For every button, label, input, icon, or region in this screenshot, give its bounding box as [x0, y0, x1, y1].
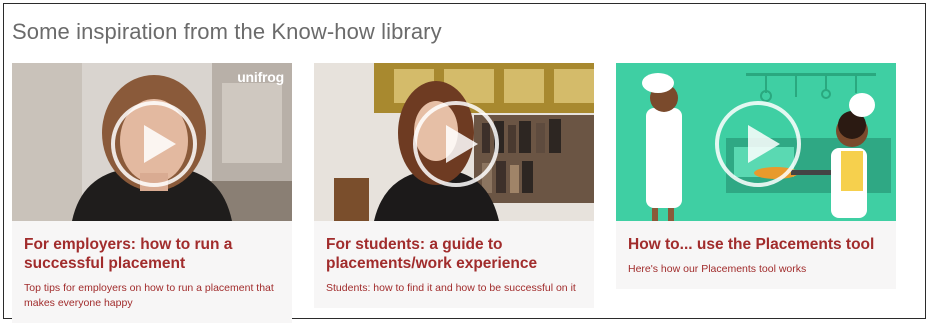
- brand-watermark: unifrog: [237, 69, 284, 85]
- section-title: Some inspiration from the Know-how libra…: [12, 19, 442, 44]
- video-thumbnail[interactable]: [314, 63, 594, 221]
- play-circle-icon[interactable]: [715, 101, 801, 187]
- video-thumbnail[interactable]: unifrog: [12, 63, 292, 221]
- video-thumbnail[interactable]: [616, 63, 896, 221]
- play-circle-icon[interactable]: [413, 101, 499, 187]
- card-description: Students: how to find it and how to be s…: [326, 282, 576, 294]
- play-circle-icon[interactable]: [111, 101, 197, 187]
- card-description: Here's how our Placements tool works: [628, 263, 807, 275]
- card-title[interactable]: For employers: how to run a successful p…: [24, 235, 280, 273]
- video-card-placements-tool[interactable]: How to... use the Placements tool Here's…: [616, 63, 896, 289]
- card-description: Top tips for employers on how to run a p…: [24, 282, 274, 309]
- know-how-panel: Some inspiration from the Know-how libra…: [3, 3, 926, 323]
- card-title[interactable]: For students: a guide to placements/work…: [326, 235, 582, 273]
- video-card-employers[interactable]: unifrog For employers: how to run a succ…: [12, 63, 292, 323]
- video-card-students[interactable]: For students: a guide to placements/work…: [314, 63, 594, 308]
- card-title[interactable]: How to... use the Placements tool: [628, 235, 884, 254]
